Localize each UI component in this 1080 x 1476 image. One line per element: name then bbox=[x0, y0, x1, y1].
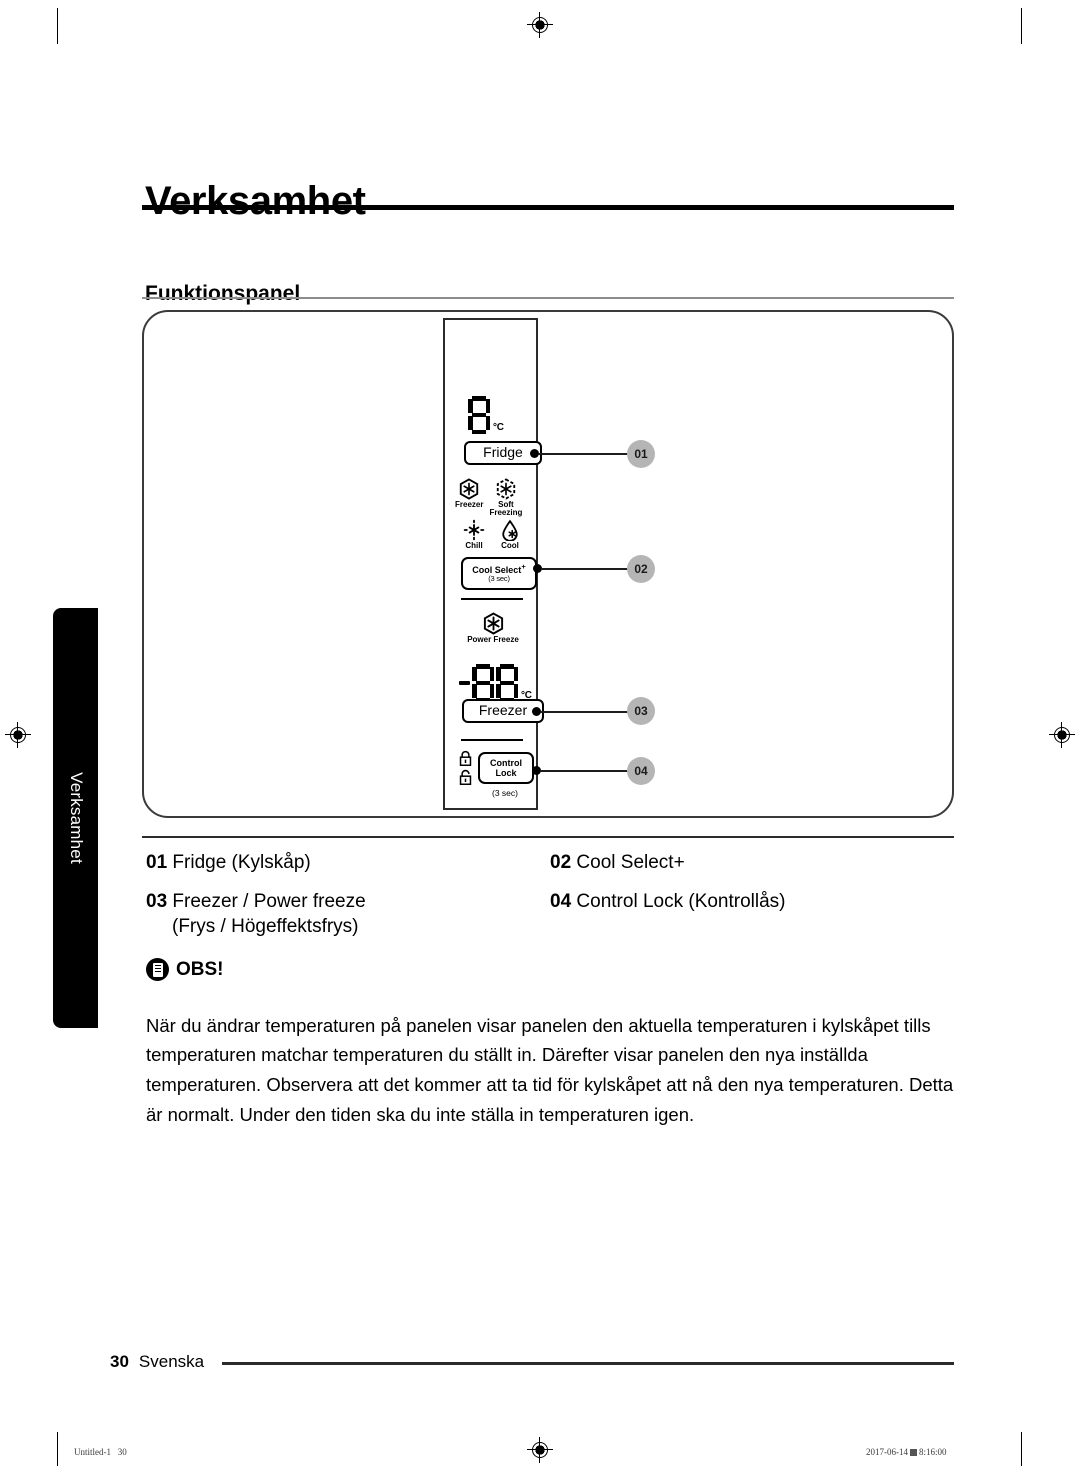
legend-item: 04 Control Lock (Kontrollås) bbox=[550, 889, 950, 915]
control-panel-figure bbox=[142, 310, 954, 818]
section-divider bbox=[142, 297, 954, 299]
mode-icons-row-bottom: Chill Cool bbox=[459, 519, 525, 550]
freezer-temperature-sign bbox=[459, 681, 470, 685]
callout-line-02 bbox=[541, 568, 628, 570]
lock-state-icons bbox=[458, 750, 473, 786]
callout-badge-03: 03 bbox=[627, 697, 655, 725]
callout-line-03 bbox=[540, 711, 628, 713]
page-title: Verksamhet bbox=[145, 178, 366, 223]
note-heading: OBS! bbox=[146, 958, 224, 981]
crop-mark-bottom-left bbox=[57, 1432, 58, 1466]
control-lock-label-line2: Lock bbox=[495, 768, 517, 778]
print-date: 2017-06-14 bbox=[866, 1447, 908, 1457]
callout-line-01 bbox=[538, 453, 628, 455]
footer-page-number: 30 bbox=[110, 1352, 129, 1371]
print-meta-glyph-icon bbox=[910, 1449, 917, 1456]
crop-mark-top-right bbox=[1021, 8, 1022, 44]
mode-soft-freezing[interactable]: Soft Freezing bbox=[489, 478, 522, 518]
legend-text: Freezer / Power freeze bbox=[172, 890, 366, 912]
mode-chill-label: Chill bbox=[465, 541, 483, 550]
padlock-closed-icon bbox=[459, 750, 472, 767]
legend-number: 04 bbox=[550, 890, 572, 912]
figure-divider bbox=[142, 836, 954, 838]
legend-item: 02 Cool Select+ bbox=[550, 850, 950, 876]
footer-language: Svenska bbox=[138, 1352, 205, 1371]
registration-mark-left bbox=[5, 722, 31, 748]
print-file-info: Untitled-1 30 bbox=[74, 1447, 127, 1457]
note-document-icon bbox=[146, 958, 169, 981]
note-heading-label: OBS! bbox=[176, 958, 224, 980]
power-freeze-indicator[interactable]: Power Freeze bbox=[462, 612, 524, 644]
seven-segment-digit bbox=[496, 664, 518, 702]
chapter-side-tab-label: Verksamhet bbox=[66, 772, 86, 864]
hexagon-dashed-snowflake-icon bbox=[496, 478, 516, 500]
legend-number: 02 bbox=[550, 852, 572, 873]
print-file-name: Untitled-1 bbox=[74, 1447, 111, 1457]
droplet-snowflake-icon bbox=[502, 519, 518, 541]
crop-mark-bottom-right bbox=[1021, 1432, 1022, 1466]
registration-circle-icon bbox=[1054, 727, 1070, 743]
legend-text: Cool Select+ bbox=[576, 852, 685, 873]
crop-mark-top-left bbox=[57, 8, 58, 44]
mode-freezer-label: Freezer bbox=[455, 500, 484, 509]
cool-select-superscript: + bbox=[521, 562, 526, 571]
cool-select-hold-note: (3 sec) bbox=[488, 574, 510, 584]
control-lock-label-line1: Control bbox=[490, 757, 522, 768]
panel-divider-upper bbox=[461, 598, 523, 600]
legend-column-right: 02 Cool Select+ 04 Control Lock (Kontrol… bbox=[550, 850, 950, 927]
legend-column-left: 01 Fridge (Kylskåp) 03 Freezer / Power f… bbox=[146, 850, 546, 953]
power-freeze-label: Power Freeze bbox=[467, 635, 519, 644]
title-divider bbox=[142, 205, 954, 210]
mode-cool[interactable]: Cool bbox=[495, 519, 525, 550]
registration-circle-icon bbox=[532, 1442, 548, 1458]
hexagon-snowflake-icon bbox=[460, 478, 479, 500]
registration-circle-icon bbox=[10, 727, 26, 743]
legend-text: Control Lock (Kontrollås) bbox=[576, 890, 786, 912]
control-lock-button[interactable]: Control Lock bbox=[478, 751, 534, 785]
mode-cool-label: Cool bbox=[501, 541, 519, 550]
mode-soft-freezing-label: Soft Freezing bbox=[489, 500, 523, 518]
chapter-side-tab: Verksamhet bbox=[53, 608, 98, 1028]
page-footer: 30 Svenska bbox=[110, 1352, 204, 1372]
callout-badge-04: 04 bbox=[627, 757, 655, 785]
legend-number: 01 bbox=[146, 852, 168, 873]
mode-icons-row-top: Freezer Soft Freezing bbox=[455, 478, 522, 518]
panel-divider-lower bbox=[461, 739, 523, 741]
mode-chill[interactable]: Chill bbox=[459, 519, 489, 550]
hexagon-snowflake-icon bbox=[483, 612, 503, 635]
dashed-star-icon bbox=[463, 519, 485, 541]
registration-circle-icon bbox=[532, 17, 548, 33]
control-lock-hold-note: (3 sec) bbox=[492, 788, 518, 798]
fridge-temperature-unit: °C bbox=[493, 422, 504, 433]
footer-divider bbox=[222, 1362, 954, 1365]
legend-item: 03 Freezer / Power freeze (Frys / Högeff… bbox=[146, 889, 546, 940]
print-file-page: 30 bbox=[117, 1447, 127, 1457]
padlock-open-icon bbox=[459, 769, 472, 786]
registration-mark-right bbox=[1049, 722, 1075, 748]
registration-mark-top bbox=[527, 12, 553, 38]
legend-item: 01 Fridge (Kylskåp) bbox=[146, 850, 546, 876]
cool-select-button[interactable]: Cool Select+ (3 sec) bbox=[461, 557, 537, 590]
seven-segment-digit bbox=[472, 664, 494, 702]
callout-badge-02: 02 bbox=[627, 555, 655, 583]
legend-text: Fridge (Kylskåp) bbox=[172, 852, 311, 873]
legend-text-continuation: (Frys / Högeffektsfrys) bbox=[172, 916, 359, 938]
note-body: När du ändrar temperaturen på panelen vi… bbox=[146, 1014, 954, 1126]
legend-number: 03 bbox=[146, 890, 168, 912]
freezer-temperature-display: °C bbox=[459, 664, 532, 702]
fridge-temperature-display: °C bbox=[468, 396, 504, 434]
print-timestamp: 2017-06-14 8:16:00 bbox=[866, 1447, 947, 1457]
seven-segment-digit bbox=[468, 396, 490, 434]
print-time: 8:16:00 bbox=[919, 1447, 947, 1457]
callout-badge-01: 01 bbox=[627, 440, 655, 468]
mode-freezer[interactable]: Freezer bbox=[455, 478, 483, 509]
section-title: Funktionspanel bbox=[145, 282, 301, 306]
callout-line-04 bbox=[540, 770, 628, 772]
registration-mark-bottom bbox=[527, 1437, 553, 1463]
control-lock-group: Control Lock bbox=[458, 750, 534, 786]
